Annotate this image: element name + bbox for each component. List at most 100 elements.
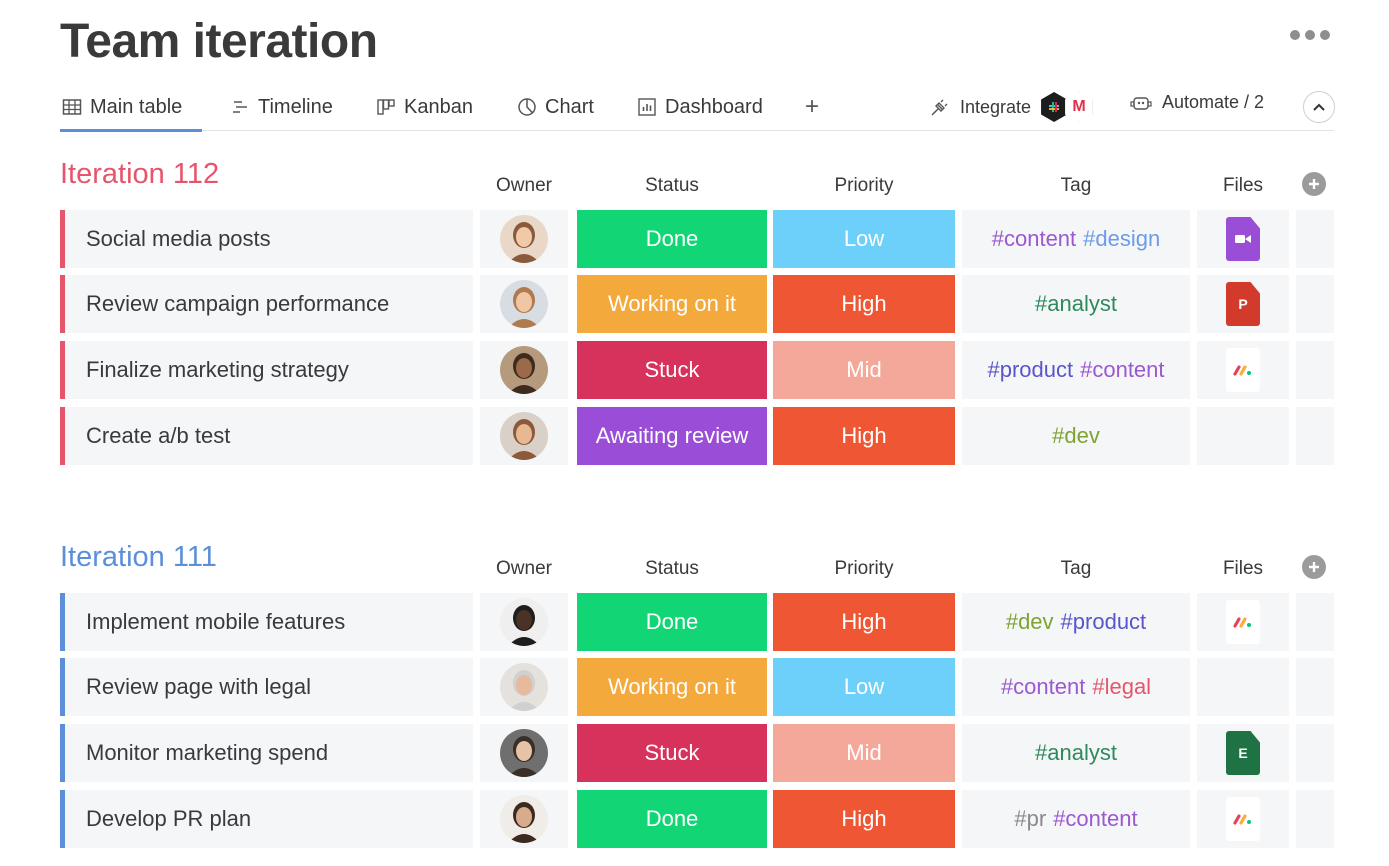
avatar[interactable] bbox=[500, 346, 548, 394]
column-header-status[interactable]: Status bbox=[577, 175, 767, 197]
table-row[interactable]: Review campaign performance Working on it… bbox=[60, 275, 1334, 333]
files-cell[interactable] bbox=[1197, 407, 1289, 465]
monday-file-icon[interactable] bbox=[1226, 797, 1260, 841]
item-name-cell[interactable]: Develop PR plan bbox=[60, 790, 473, 848]
monday-file-icon[interactable] bbox=[1226, 600, 1260, 644]
column-header-priority[interactable]: Priority bbox=[773, 175, 955, 197]
collapse-header-button[interactable] bbox=[1303, 91, 1335, 123]
table-row[interactable]: Implement mobile features Done High #dev #pr… bbox=[60, 593, 1334, 651]
column-header-files[interactable]: Files bbox=[1197, 558, 1289, 580]
tag-chip[interactable]: #analyst bbox=[1035, 291, 1117, 317]
priority-label[interactable]: High bbox=[773, 593, 955, 651]
item-name-cell[interactable]: Social media posts bbox=[60, 210, 473, 268]
column-header-owner[interactable]: Owner bbox=[480, 558, 568, 580]
status-label[interactable]: Awaiting review bbox=[577, 407, 767, 465]
priority-label[interactable]: High bbox=[773, 790, 955, 848]
item-name-cell[interactable]: Review campaign performance bbox=[60, 275, 473, 333]
status-label[interactable]: Stuck bbox=[577, 341, 767, 399]
tag-cell[interactable]: #pr #content bbox=[962, 790, 1190, 848]
table-row[interactable]: Create a/b test Awaiting review High #dev bbox=[60, 407, 1334, 465]
avatar[interactable] bbox=[500, 598, 548, 646]
avatar[interactable] bbox=[500, 795, 548, 843]
tag-cell[interactable]: #product #content bbox=[962, 341, 1190, 399]
priority-label[interactable]: Low bbox=[773, 210, 955, 268]
avatar[interactable] bbox=[500, 280, 548, 328]
tag-chip[interactable]: #content bbox=[1001, 674, 1085, 700]
files-cell[interactable] bbox=[1197, 593, 1289, 651]
excel-file-icon[interactable]: E bbox=[1226, 731, 1260, 775]
priority-label[interactable]: Mid bbox=[773, 341, 955, 399]
priority-label[interactable]: Low bbox=[773, 658, 955, 716]
avatar[interactable] bbox=[500, 215, 548, 263]
tag-cell[interactable]: #dev bbox=[962, 407, 1190, 465]
monday-file-icon[interactable] bbox=[1226, 348, 1260, 392]
column-header-status[interactable]: Status bbox=[577, 558, 767, 580]
tag-chip[interactable]: #pr bbox=[1014, 806, 1046, 832]
status-label[interactable]: Working on it bbox=[577, 275, 767, 333]
automate-button[interactable]: Automate / 2 bbox=[1130, 92, 1264, 113]
tag-chip[interactable]: #dev bbox=[1006, 609, 1054, 635]
tab-dashboard[interactable]: Dashboard bbox=[637, 94, 763, 120]
group-title[interactable]: Iteration 111 bbox=[60, 541, 217, 574]
powerpoint-file-icon[interactable]: P bbox=[1226, 282, 1260, 326]
status-label[interactable]: Stuck bbox=[577, 724, 767, 782]
video-file-icon[interactable] bbox=[1226, 217, 1260, 261]
item-name-cell[interactable]: Implement mobile features bbox=[60, 593, 473, 651]
tag-cell[interactable]: #dev #product bbox=[962, 593, 1190, 651]
tag-cell[interactable]: #content #design bbox=[962, 210, 1190, 268]
tag-chip[interactable]: #dev bbox=[1052, 423, 1100, 449]
table-row[interactable]: Finalize marketing strategy Stuck Mid #prod… bbox=[60, 341, 1334, 399]
table-row[interactable]: Social media posts Done Low #content #design bbox=[60, 210, 1334, 268]
tag-chip[interactable]: #content bbox=[1053, 806, 1137, 832]
tab-main-table[interactable]: Main table bbox=[59, 94, 203, 132]
status-label[interactable]: Done bbox=[577, 210, 767, 268]
tab-timeline[interactable]: Timeline bbox=[230, 94, 333, 120]
priority-label[interactable]: High bbox=[773, 275, 955, 333]
column-header-owner[interactable]: Owner bbox=[480, 175, 568, 197]
owner-cell[interactable] bbox=[480, 341, 568, 399]
files-cell[interactable] bbox=[1197, 658, 1289, 716]
tag-chip[interactable]: #analyst bbox=[1035, 740, 1117, 766]
owner-cell[interactable] bbox=[480, 724, 568, 782]
owner-cell[interactable] bbox=[480, 407, 568, 465]
files-cell[interactable]: E bbox=[1197, 724, 1289, 782]
column-header-tag[interactable]: Tag bbox=[962, 175, 1190, 197]
files-cell[interactable] bbox=[1197, 210, 1289, 268]
tag-chip[interactable]: #content bbox=[1080, 357, 1164, 383]
add-column-button[interactable] bbox=[1302, 172, 1326, 196]
files-cell[interactable] bbox=[1197, 790, 1289, 848]
owner-cell[interactable] bbox=[480, 658, 568, 716]
item-name-cell[interactable]: Monitor marketing spend bbox=[60, 724, 473, 782]
owner-cell[interactable] bbox=[480, 210, 568, 268]
priority-label[interactable]: Mid bbox=[773, 724, 955, 782]
avatar[interactable] bbox=[500, 663, 548, 711]
tag-cell[interactable]: #content #legal bbox=[962, 658, 1190, 716]
tag-chip[interactable]: #legal bbox=[1092, 674, 1151, 700]
item-name-cell[interactable]: Create a/b test bbox=[60, 407, 473, 465]
add-column-button[interactable] bbox=[1302, 555, 1326, 579]
tag-cell[interactable]: #analyst bbox=[962, 275, 1190, 333]
tag-chip[interactable]: #content bbox=[992, 226, 1076, 252]
more-options-button[interactable] bbox=[1290, 30, 1330, 40]
group-title[interactable]: Iteration 112 bbox=[60, 158, 219, 191]
column-header-tag[interactable]: Tag bbox=[962, 558, 1190, 580]
table-row[interactable]: Develop PR plan Done High #pr #content bbox=[60, 790, 1334, 848]
add-view-button[interactable]: + bbox=[805, 94, 819, 120]
avatar[interactable] bbox=[500, 729, 548, 777]
owner-cell[interactable] bbox=[480, 790, 568, 848]
files-cell[interactable] bbox=[1197, 341, 1289, 399]
status-label[interactable]: Done bbox=[577, 593, 767, 651]
tag-cell[interactable]: #analyst bbox=[962, 724, 1190, 782]
column-header-files[interactable]: Files bbox=[1197, 175, 1289, 197]
item-name-cell[interactable]: Review page with legal bbox=[60, 658, 473, 716]
status-label[interactable]: Working on it bbox=[577, 658, 767, 716]
tab-chart[interactable]: Chart bbox=[517, 94, 594, 120]
column-header-priority[interactable]: Priority bbox=[773, 558, 955, 580]
item-name-cell[interactable]: Finalize marketing strategy bbox=[60, 341, 473, 399]
tag-chip[interactable]: #product bbox=[987, 357, 1073, 383]
status-label[interactable]: Done bbox=[577, 790, 767, 848]
owner-cell[interactable] bbox=[480, 593, 568, 651]
priority-label[interactable]: High bbox=[773, 407, 955, 465]
owner-cell[interactable] bbox=[480, 275, 568, 333]
files-cell[interactable]: P bbox=[1197, 275, 1289, 333]
